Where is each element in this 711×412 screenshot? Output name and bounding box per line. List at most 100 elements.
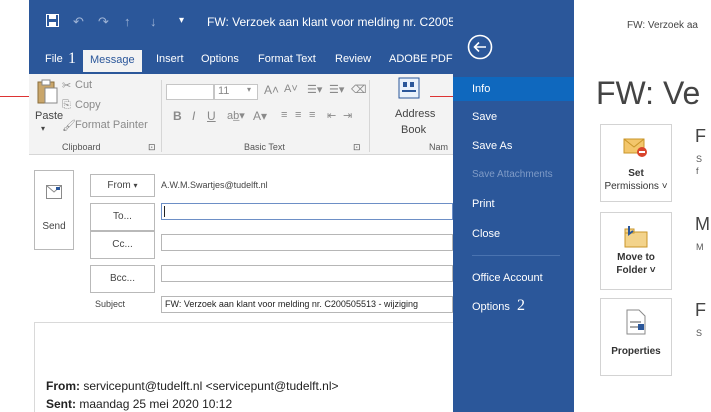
underline-icon[interactable]: U xyxy=(207,109,216,123)
to-field[interactable] xyxy=(161,203,453,220)
paste-dropdown-icon[interactable]: ▾ xyxy=(41,124,45,133)
highlight-icon[interactable]: ab̲▾ xyxy=(227,109,245,122)
backstage-page-title: FW: Ve xyxy=(596,75,701,111)
cut-icon: ✂ xyxy=(62,80,72,92)
send-button[interactable]: Send xyxy=(34,170,74,250)
bcc-button[interactable]: Bcc... xyxy=(90,265,155,293)
backstage-view: Info Save Save As Save Attachments Print… xyxy=(453,0,711,412)
bcc-field[interactable] xyxy=(161,265,453,282)
align-left-icon[interactable]: ≡ xyxy=(281,109,287,121)
quoted-from-line: From: servicepunt@tudelft.nl <servicepun… xyxy=(46,379,339,393)
clear-format-icon[interactable]: ⌫ xyxy=(351,83,367,96)
subject-field[interactable]: FW: Verzoek aan klant voor melding nr. C… xyxy=(161,296,453,313)
tab-format-text[interactable]: Format Text xyxy=(258,53,316,65)
from-button[interactable]: From ▾ xyxy=(90,174,155,197)
annotation-line-left xyxy=(0,96,29,97)
clipboard-launcher-icon[interactable]: ⊡ xyxy=(148,142,156,153)
send-label: Send xyxy=(42,221,66,232)
paste-button[interactable]: Paste xyxy=(35,110,63,122)
nav-office-account[interactable]: Office Account xyxy=(453,266,574,290)
nav-options[interactable]: Options 2 xyxy=(453,294,574,318)
tab-review[interactable]: Review xyxy=(335,53,371,65)
tab-insert[interactable]: Insert xyxy=(156,53,184,65)
move-section-title: M xyxy=(695,214,710,234)
tab-adobe-pdf[interactable]: ADOBE PDF xyxy=(389,53,453,65)
properties-card[interactable]: Properties xyxy=(600,298,672,376)
nav-save[interactable]: Save xyxy=(453,105,574,129)
font-name-box[interactable] xyxy=(166,84,214,100)
align-right-icon[interactable]: ≡ xyxy=(309,109,315,121)
italic-icon[interactable]: I xyxy=(192,109,195,123)
nav-divider xyxy=(472,255,560,256)
basic-text-group-label: Basic Text xyxy=(244,142,285,152)
nav-print[interactable]: Print xyxy=(453,192,574,216)
font-size-value: 11 xyxy=(218,85,230,97)
quoted-sent-line: Sent: maandag 25 mei 2020 10:12 xyxy=(46,397,232,411)
quoted-from-label: From: xyxy=(46,379,80,393)
copy-button[interactable]: Copy xyxy=(75,99,101,111)
save-icon[interactable] xyxy=(46,14,59,30)
increase-indent-icon[interactable]: ⇥ xyxy=(343,109,352,122)
align-center-icon[interactable]: ≡ xyxy=(295,109,301,121)
backstage-header-title: FW: Verzoek aa xyxy=(627,20,698,31)
properties-section-text: S xyxy=(696,328,703,338)
decrease-indent-icon[interactable]: ⇤ xyxy=(327,109,336,122)
set-permissions-card[interactable]: Set Permissions ˅ xyxy=(600,124,672,202)
move-to-folder-card[interactable]: Move to Folder ˅ xyxy=(600,212,672,290)
tab-options[interactable]: Options xyxy=(201,53,239,65)
grow-font-icon[interactable]: A˄ xyxy=(264,83,279,97)
divider xyxy=(161,80,162,152)
format-painter-icon: 🖌 xyxy=(62,120,76,132)
from-dropdown-icon: ▾ xyxy=(133,181,138,190)
properties-section-title: F xyxy=(695,300,706,320)
paste-icon[interactable] xyxy=(36,79,58,108)
backstage-nav: Info Save Save As Save Attachments Print… xyxy=(453,0,574,412)
nav-save-attachments[interactable]: Save Attachments xyxy=(453,163,574,187)
customize-qat-icon[interactable]: ▾ xyxy=(179,15,184,26)
nav-save-as[interactable]: Save As xyxy=(453,134,574,158)
message-body[interactable]: From: servicepunt@tudelft.nl <servicepun… xyxy=(34,322,453,412)
set-permissions-label-2: Permissions ˅ xyxy=(604,181,668,192)
down-arrow-icon[interactable]: ↓ xyxy=(150,14,157,29)
permissions-section-text: S xyxy=(696,154,703,164)
nav-info[interactable]: Info xyxy=(453,77,574,101)
cc-field[interactable] xyxy=(161,234,453,251)
tab-file[interactable]: File xyxy=(45,53,63,65)
properties-label: Properties xyxy=(611,346,661,357)
copy-icon: ⎘ xyxy=(62,99,71,111)
font-size-dropdown-icon[interactable]: ▾ xyxy=(247,85,251,94)
clipboard-group-label: Clipboard xyxy=(62,142,101,152)
numbering-icon[interactable]: ☰▾ xyxy=(329,83,344,96)
back-arrow-icon[interactable] xyxy=(467,34,493,63)
address-book-button-line2[interactable]: Book xyxy=(401,124,426,136)
set-permissions-label-1: Set xyxy=(628,168,644,179)
properties-icon xyxy=(626,309,646,335)
format-painter-button[interactable]: Format Painter xyxy=(75,119,148,131)
bold-icon[interactable]: B xyxy=(173,109,182,123)
cut-button[interactable]: Cut xyxy=(75,79,92,91)
to-button[interactable]: To... xyxy=(90,203,155,231)
font-color-icon[interactable]: A▾ xyxy=(253,109,267,123)
tab-message[interactable]: Message xyxy=(83,50,142,72)
ribbon: Paste ▾ ✂ Cut ⎘ Copy 🖌 Format Painter Cl… xyxy=(29,74,453,155)
names-group-label: Nam xyxy=(429,142,449,152)
permissions-icon xyxy=(623,138,647,157)
move-section-text: M xyxy=(696,242,704,252)
basic-text-launcher-icon[interactable]: ⊡ xyxy=(353,142,361,153)
undo-icon[interactable]: ↶ xyxy=(73,14,84,30)
cc-button[interactable]: Cc... xyxy=(90,231,155,259)
move-folder-icon xyxy=(624,226,648,248)
shrink-font-icon[interactable]: A˅ xyxy=(284,83,298,95)
address-book-button[interactable]: Address xyxy=(395,108,435,120)
move-to-folder-label-1: Move to xyxy=(617,252,655,263)
permissions-section-title: F xyxy=(695,126,706,146)
redo-icon[interactable]: ↷ xyxy=(98,14,109,30)
up-arrow-icon[interactable]: ↑ xyxy=(124,14,131,29)
quoted-sent-value: maandag 25 mei 2020 10:12 xyxy=(79,397,233,411)
annotation-line-right xyxy=(430,96,453,97)
address-book-icon[interactable] xyxy=(398,77,420,102)
font-size-box[interactable]: 11 ▾ xyxy=(214,84,258,100)
nav-close[interactable]: Close xyxy=(453,222,574,246)
bullets-icon[interactable]: ☰▾ xyxy=(307,83,322,96)
window-title: FW: Verzoek aan klant voor melding nr. C… xyxy=(207,15,454,29)
